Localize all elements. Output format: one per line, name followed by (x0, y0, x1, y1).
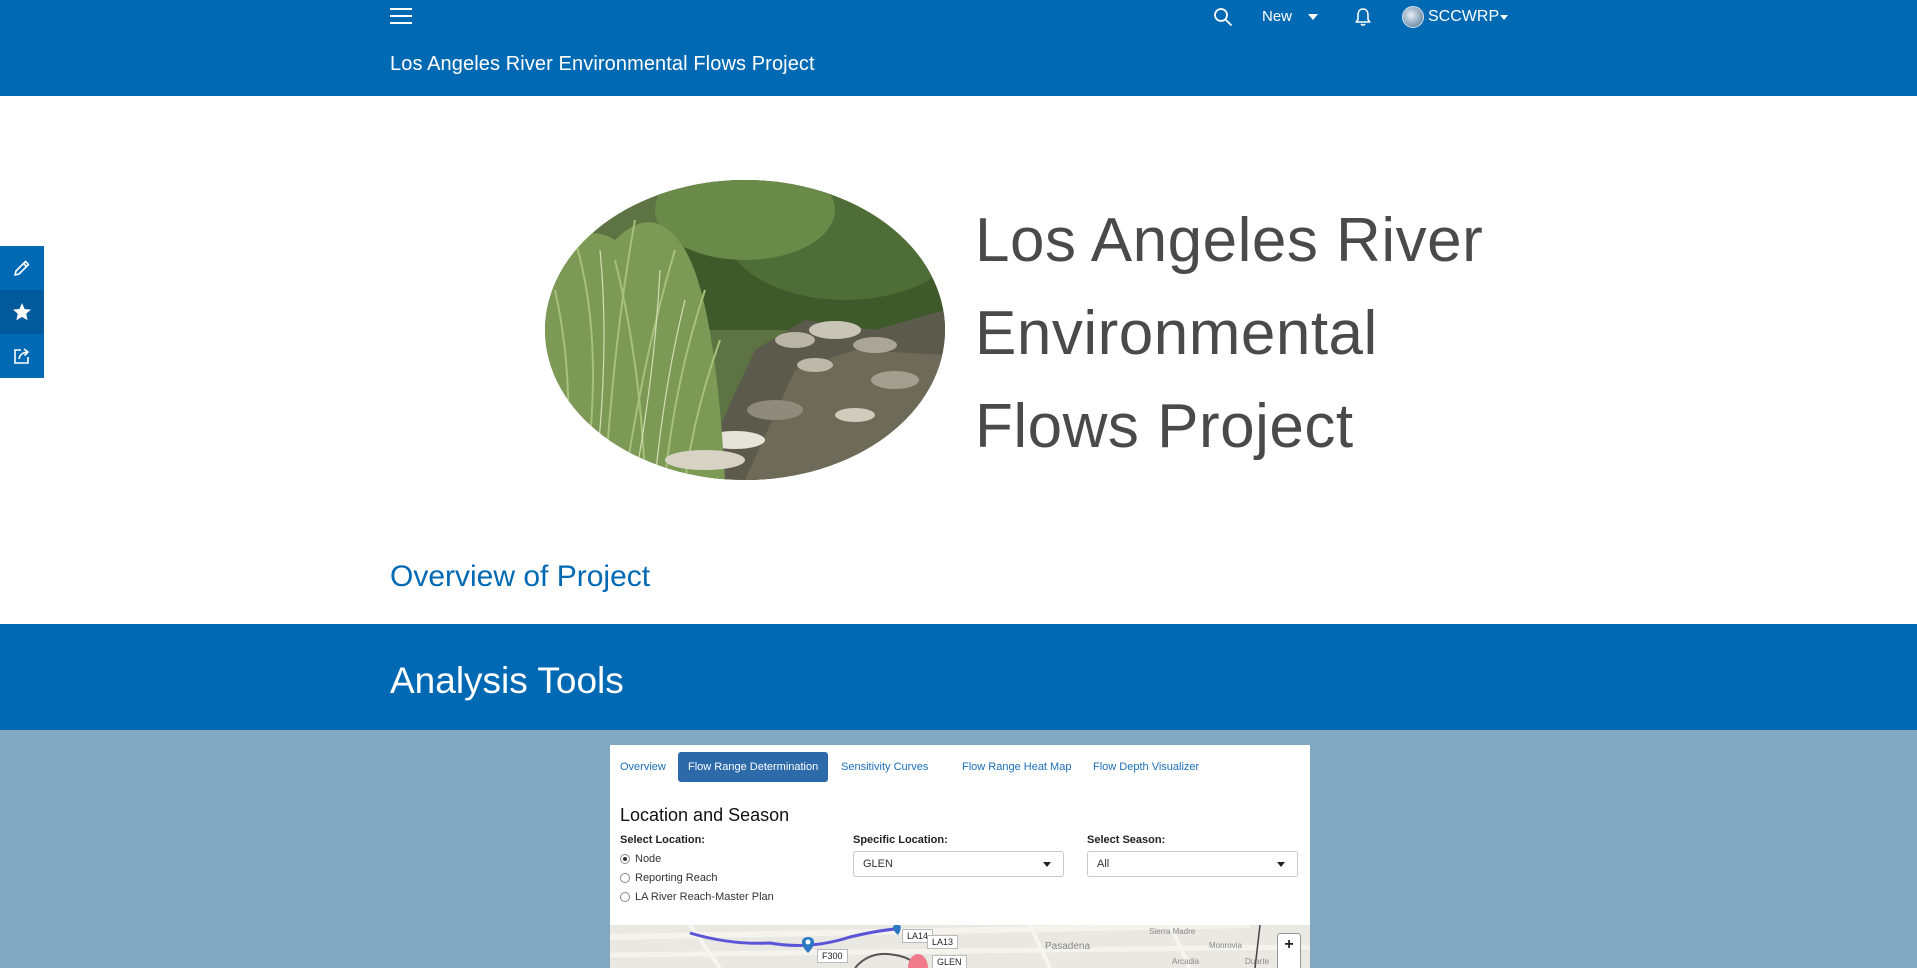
tab-flow-range-heat-map[interactable]: Flow Range Heat Map (952, 752, 1081, 782)
pencil-icon[interactable] (0, 246, 44, 290)
star-icon[interactable] (0, 290, 44, 334)
hamburger-icon[interactable] (390, 6, 412, 26)
tab-overview[interactable]: Overview (610, 752, 676, 782)
radio-node[interactable]: Node (620, 853, 661, 865)
location-map[interactable]: F300 LA14 LA13 GLEN Pasadena Sierra Madr… (610, 925, 1310, 968)
overview-link[interactable]: Overview of Project (390, 560, 650, 594)
avatar[interactable] (1402, 6, 1424, 28)
share-icon[interactable] (0, 334, 44, 378)
map-place-label: Sierra Madre (1149, 927, 1196, 936)
radio-label: Reporting Reach (635, 872, 718, 884)
analysis-tools-banner (0, 624, 1917, 730)
chevron-down-icon (1277, 862, 1285, 867)
map-node-label[interactable]: LA13 (927, 935, 959, 949)
radio-label: Node (635, 853, 662, 865)
search-icon[interactable] (1213, 7, 1233, 32)
radio-button[interactable] (620, 854, 630, 864)
chevron-down-icon[interactable] (1308, 14, 1318, 20)
top-header: Los Angeles River Environmental Flows Pr… (0, 0, 1917, 96)
select-value: GLEN (863, 858, 893, 870)
specific-location-select[interactable]: GLEN (853, 851, 1064, 877)
season-select[interactable]: All (1087, 851, 1298, 877)
radio-button[interactable] (620, 892, 630, 902)
tab-flow-range-determination[interactable]: Flow Range Determination (678, 752, 829, 782)
hero-title: Los Angeles River Environmental Flows Pr… (975, 206, 1484, 461)
user-menu-button[interactable]: SCCWRP (1428, 8, 1499, 26)
radio-button[interactable] (620, 873, 630, 883)
embedded-app-panel: Overview Flow Range Determination Sensit… (610, 745, 1310, 968)
map-place-label: Duarte (1245, 957, 1270, 966)
map-node-label[interactable]: GLEN (932, 955, 967, 968)
map-node-label[interactable]: F300 (817, 949, 848, 963)
hero-river-image (545, 180, 945, 480)
tab-flow-depth-visualizer[interactable]: Flow Depth Visualizer (1083, 752, 1209, 782)
select-location-label: Select Location: (620, 834, 705, 846)
map-place-label: Pasadena (1045, 941, 1091, 952)
map-place-label: Monrovia (1209, 941, 1242, 950)
site-title[interactable]: Los Angeles River Environmental Flows Pr… (390, 53, 815, 76)
season-label: Select Season: (1087, 834, 1166, 846)
side-toolbar (0, 246, 44, 378)
tab-sensitivity-curves[interactable]: Sensitivity Curves (831, 752, 938, 782)
chevron-down-icon[interactable] (1500, 15, 1508, 20)
chevron-down-icon (1043, 862, 1051, 867)
app-tabs: Overview Flow Range Determination Sensit… (610, 748, 1310, 782)
radio-reporting-reach[interactable]: Reporting Reach (620, 872, 718, 884)
bell-icon[interactable] (1354, 7, 1372, 32)
radio-label: LA River Reach-Master Plan (635, 891, 774, 903)
radio-la-river-reach[interactable]: LA River Reach-Master Plan (620, 891, 774, 903)
select-value: All (1097, 858, 1110, 870)
section-heading: Location and Season (620, 805, 790, 825)
zoom-in-button[interactable]: + (1277, 933, 1301, 968)
map-place-label: Arcadia (1172, 957, 1200, 966)
new-menu-button[interactable]: New (1262, 8, 1292, 25)
analysis-tools-title: Analysis Tools (390, 660, 624, 701)
specific-location-label: Specific Location: (853, 834, 948, 846)
